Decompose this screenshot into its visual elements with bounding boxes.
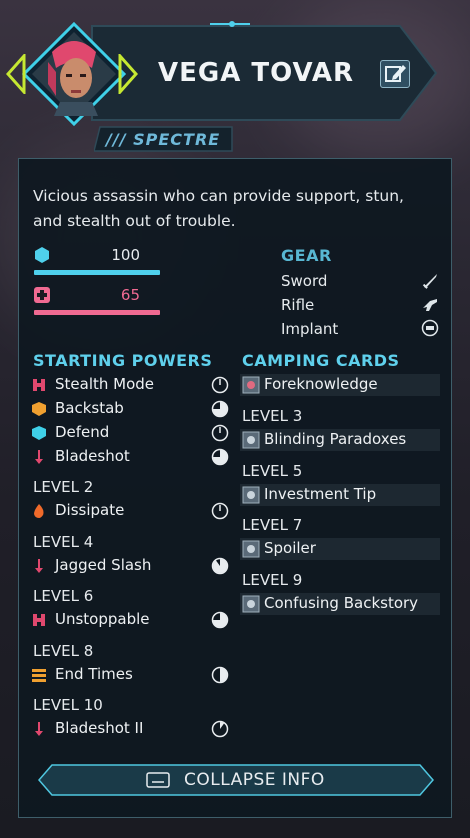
rifle-icon: [423, 299, 437, 311]
shield-bar: [34, 270, 160, 275]
health-value: 65: [120, 286, 140, 304]
backstab-icon: [32, 402, 46, 416]
card-level-label: LEVEL 7: [242, 516, 303, 535]
power-row[interactable]: Dissipate: [31, 501, 231, 523]
power-row[interactable]: Bladeshot: [31, 447, 231, 469]
gear-item-rifle: Rifle: [281, 296, 315, 314]
level-label: LEVEL 10: [33, 696, 103, 714]
investment-tip-card-icon: [242, 486, 260, 504]
jagged-slash-icon: [35, 558, 43, 573]
camping-card-label: Confusing Backstory: [264, 593, 419, 612]
bladeshot-ii-icon: [35, 722, 43, 736]
camping-card-label: Spoiler: [264, 539, 316, 558]
character-description: Vicious assassin who can provide support…: [33, 187, 404, 230]
level-label: LEVEL 8: [33, 641, 94, 660]
power-row[interactable]: Bladeshot II: [31, 719, 231, 741]
cooldown-icon: [211, 448, 229, 466]
end-times-icon: [32, 668, 46, 682]
bladeshot-icon: [35, 450, 43, 464]
health-cross-icon: [34, 287, 50, 303]
power-label: Bladeshot II: [55, 719, 144, 737]
camping-card-row[interactable]: Investment Tip: [240, 483, 440, 506]
character-portrait: [6, 21, 138, 127]
power-row[interactable]: Unstoppable: [31, 610, 231, 632]
camping-cards-heading: CAMPING CARDS: [242, 351, 400, 370]
gear-item-implant: Implant: [281, 320, 339, 338]
power-row[interactable]: End Times: [31, 665, 231, 687]
camping-card-label: Investment Tip: [264, 484, 377, 503]
cooldown-icon: [211, 502, 229, 520]
cooldown-icon: [211, 666, 229, 683]
foreknowledge-card-icon: [242, 376, 260, 394]
sword-icon: [422, 274, 437, 289]
camping-card-row[interactable]: Foreknowledge: [240, 374, 440, 396]
camping-card-label: Blinding Paradoxes: [264, 430, 407, 448]
blinding-paradoxes-card-icon: [242, 431, 260, 449]
health-bar: [34, 310, 160, 315]
power-row[interactable]: Stealth Mode: [31, 375, 231, 397]
camping-card-label: Foreknowledge: [264, 375, 378, 393]
power-label: Defend: [55, 423, 110, 441]
power-label: Unstoppable: [55, 610, 150, 628]
cooldown-icon: [211, 611, 229, 629]
level-label: LEVEL 4: [33, 532, 94, 551]
class-name: /// SPECTRE: [106, 130, 221, 149]
level-label: LEVEL 6: [33, 587, 94, 605]
power-label: Jagged Slash: [55, 555, 152, 574]
stealth-mode-icon: [33, 379, 45, 391]
collapse-info-label[interactable]: COLLAPSE INFO: [184, 770, 325, 790]
power-label: Backstab: [55, 399, 124, 417]
power-label: Dissipate: [55, 501, 125, 519]
power-label: End Times: [55, 664, 133, 683]
level-label: LEVEL 2: [33, 478, 94, 496]
edit-icon: [385, 65, 406, 82]
shield-icon: [35, 247, 49, 263]
previous-character-icon[interactable]: [6, 54, 26, 94]
card-level-label: LEVEL 5: [242, 461, 303, 480]
power-row[interactable]: Jagged Slash: [31, 556, 231, 578]
power-label: Bladeshot: [55, 447, 130, 465]
power-row[interactable]: Backstab: [31, 399, 231, 421]
power-label: Stealth Mode: [55, 375, 155, 393]
cooldown-icon: [211, 400, 229, 418]
gear-item-sword: Sword: [281, 272, 328, 290]
cooldown-icon: [211, 376, 229, 394]
edit-button[interactable]: [380, 60, 410, 88]
cooldown-icon: [211, 424, 229, 442]
defend-icon: [32, 426, 46, 440]
card-level-label: LEVEL 9: [242, 570, 303, 589]
shield-value: 100: [111, 246, 140, 264]
confusing-backstory-card-icon: [242, 595, 260, 613]
cooldown-icon: [211, 557, 229, 574]
spoiler-card-icon: [242, 540, 260, 558]
power-row[interactable]: Defend: [31, 423, 231, 445]
dissipate-icon: [34, 504, 44, 518]
character-name: VEGA TOVAR: [158, 58, 355, 88]
next-character-icon[interactable]: [118, 54, 138, 94]
camping-card-row[interactable]: Spoiler: [240, 538, 440, 561]
starting-powers-heading: STARTING POWERS: [33, 351, 213, 370]
implant-icon: [421, 319, 439, 337]
camping-card-row[interactable]: Confusing Backstory: [240, 592, 440, 615]
card-level-label: LEVEL 3: [242, 407, 303, 425]
gear-heading: GEAR: [281, 246, 332, 265]
camping-card-row[interactable]: Blinding Paradoxes: [240, 429, 440, 451]
unstoppable-icon: [33, 614, 45, 626]
cooldown-icon: [211, 720, 229, 738]
